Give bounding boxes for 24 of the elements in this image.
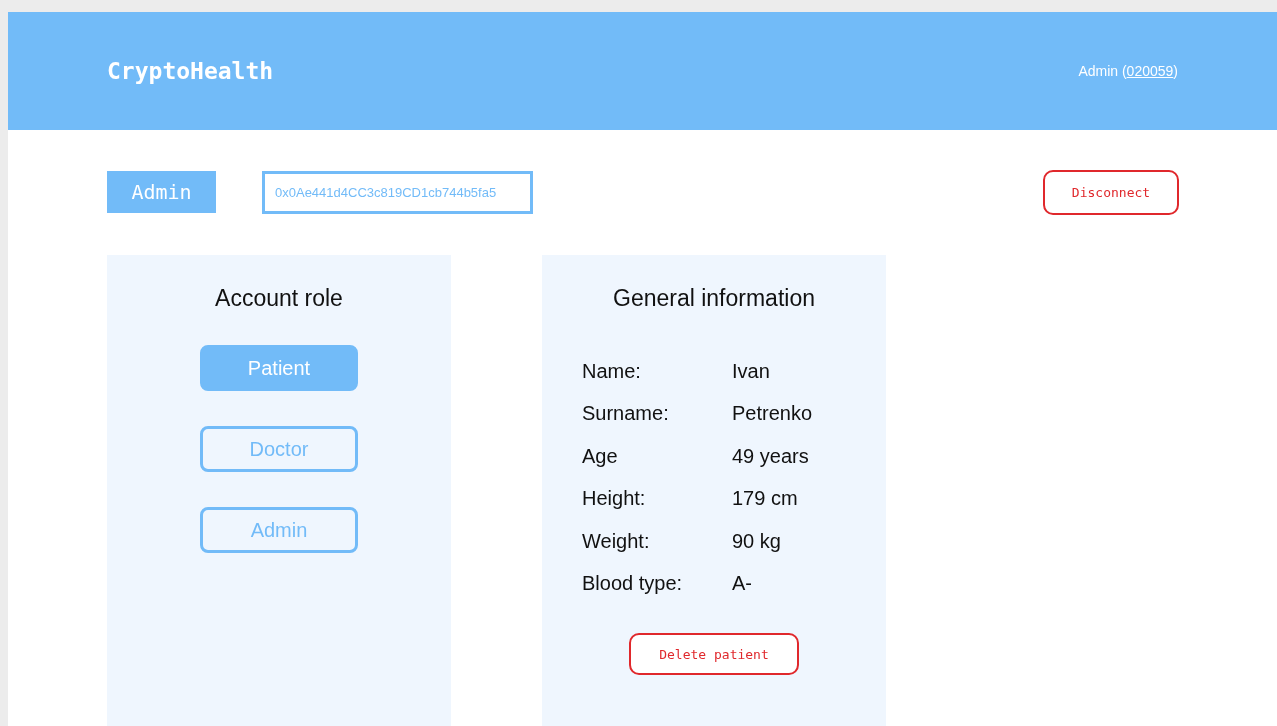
field-value: 49 years [732, 444, 809, 468]
field-label: Surname: [582, 402, 670, 426]
field-value: Ivan [732, 359, 770, 383]
user-id-link[interactable]: 020059 [1126, 63, 1174, 79]
logo: CryptoHealth [107, 58, 274, 84]
panel-title: Account role [215, 285, 343, 312]
field-value: A- [732, 572, 752, 596]
panel-title: General information [613, 285, 815, 312]
field-value: 179 cm [732, 487, 798, 511]
field-label: Blood type: [582, 572, 684, 596]
field-label: Weight: [582, 529, 651, 553]
role-option[interactable]: Doctor [200, 426, 358, 472]
field-label: Name: [582, 359, 642, 383]
role-badge: Admin [107, 171, 216, 213]
field-label: Age [582, 444, 619, 468]
delete-patient-button[interactable]: Delete patient [629, 633, 799, 675]
field-value: Petrenko [732, 402, 813, 426]
role-option[interactable]: Admin [200, 507, 358, 553]
field-value: 90 kg [732, 529, 781, 553]
user-label: Admin (020059) [1078, 63, 1178, 79]
field-label: Height: [582, 487, 647, 511]
address-field[interactable]: 0x0Ae441d4CC3c819CD1cb744b5fa5 [262, 170, 533, 214]
role-option[interactable]: Patient [200, 345, 358, 391]
disconnect-button[interactable]: Disconnect [1043, 169, 1179, 215]
